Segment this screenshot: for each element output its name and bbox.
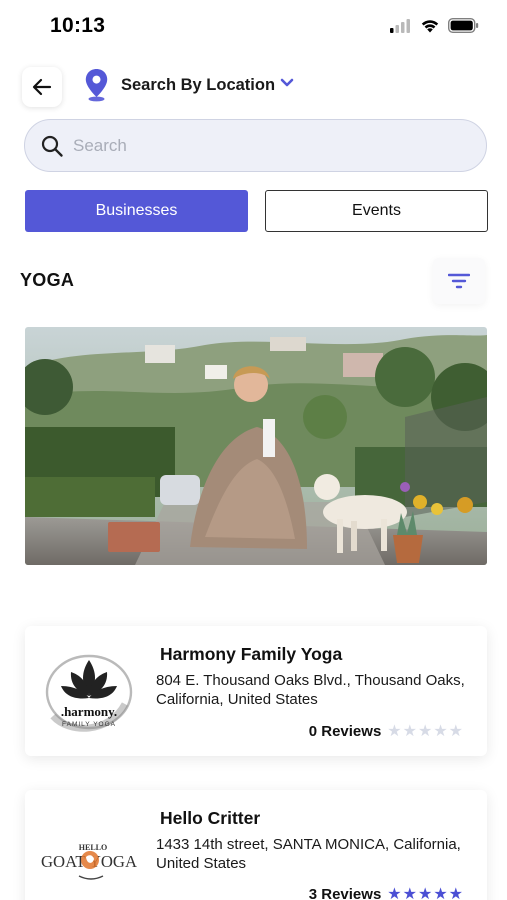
business-name[interactable]: Hello Critter [160,808,260,829]
search-icon [41,135,63,157]
wifi-icon [421,20,439,33]
listing-card[interactable]: HELLO GOAT YOGA Hello Critter 1433 14th … [25,790,487,900]
search-bar[interactable] [24,119,487,172]
star-icon: ★ [402,722,417,740]
section-title: YOGA [20,270,75,290]
logo-text: .harmony. [61,704,117,719]
logo-subtext: HELLO [79,843,107,852]
listing-card[interactable]: .harmony. FAMILY YOGA Harmony Family Yog… [25,626,487,756]
star-icon: ★ [448,722,463,740]
reviews-count: 3 Reviews [308,886,382,900]
star-icon: ★ [387,885,402,900]
business-address: 804 E. Thousand Oaks Blvd., Thousand Oak… [156,672,465,708]
back-button[interactable] [22,67,62,107]
reviews-count: 0 Reviews [308,723,382,740]
status-icons [390,18,479,33]
reviews-summary[interactable]: 0 Reviews ★ ★ ★ ★ ★ [309,723,463,740]
business-name[interactable]: Harmony Family Yoga [160,644,342,665]
logo-subtext: FAMILY YOGA [62,721,116,728]
star-icon: ★ [433,722,448,740]
star-icon: ★ [417,885,433,900]
location-selector[interactable]: Search By Location [84,68,294,102]
star-rating: ★ ★ ★ ★ ★ [387,722,463,740]
star-icon: ★ [387,722,402,740]
business-address: 1433 14th street, SANTA MONICA, Californ… [156,836,461,872]
filter-button[interactable] [433,258,485,304]
star-rating: ★ ★ ★ ★ ★ [387,885,463,900]
tab-events[interactable]: Events [265,190,488,232]
tab-businesses[interactable]: Businesses [25,190,248,232]
battery-icon [448,18,479,33]
star-icon: ★ [402,885,417,900]
search-input[interactable] [73,135,453,156]
filter-icon [448,273,470,289]
hero-image [25,327,487,565]
status-time: 10:13 [50,14,106,37]
star-icon: ★ [448,885,463,900]
business-logo: HELLO GOAT YOGA [39,810,139,900]
star-icon: ★ [433,885,448,900]
business-logo: .harmony. FAMILY YOGA [39,646,139,736]
status-bar: 10:13 [0,0,507,54]
location-pin-icon [85,69,108,102]
star-icon: ★ [417,722,433,740]
location-title: Search By Location [121,75,276,94]
cellular-signal-icon [390,18,410,33]
reviews-summary[interactable]: 3 Reviews ★ ★ ★ ★ ★ [309,886,463,900]
arrow-left-icon [32,78,52,96]
chevron-down-icon [280,78,294,87]
